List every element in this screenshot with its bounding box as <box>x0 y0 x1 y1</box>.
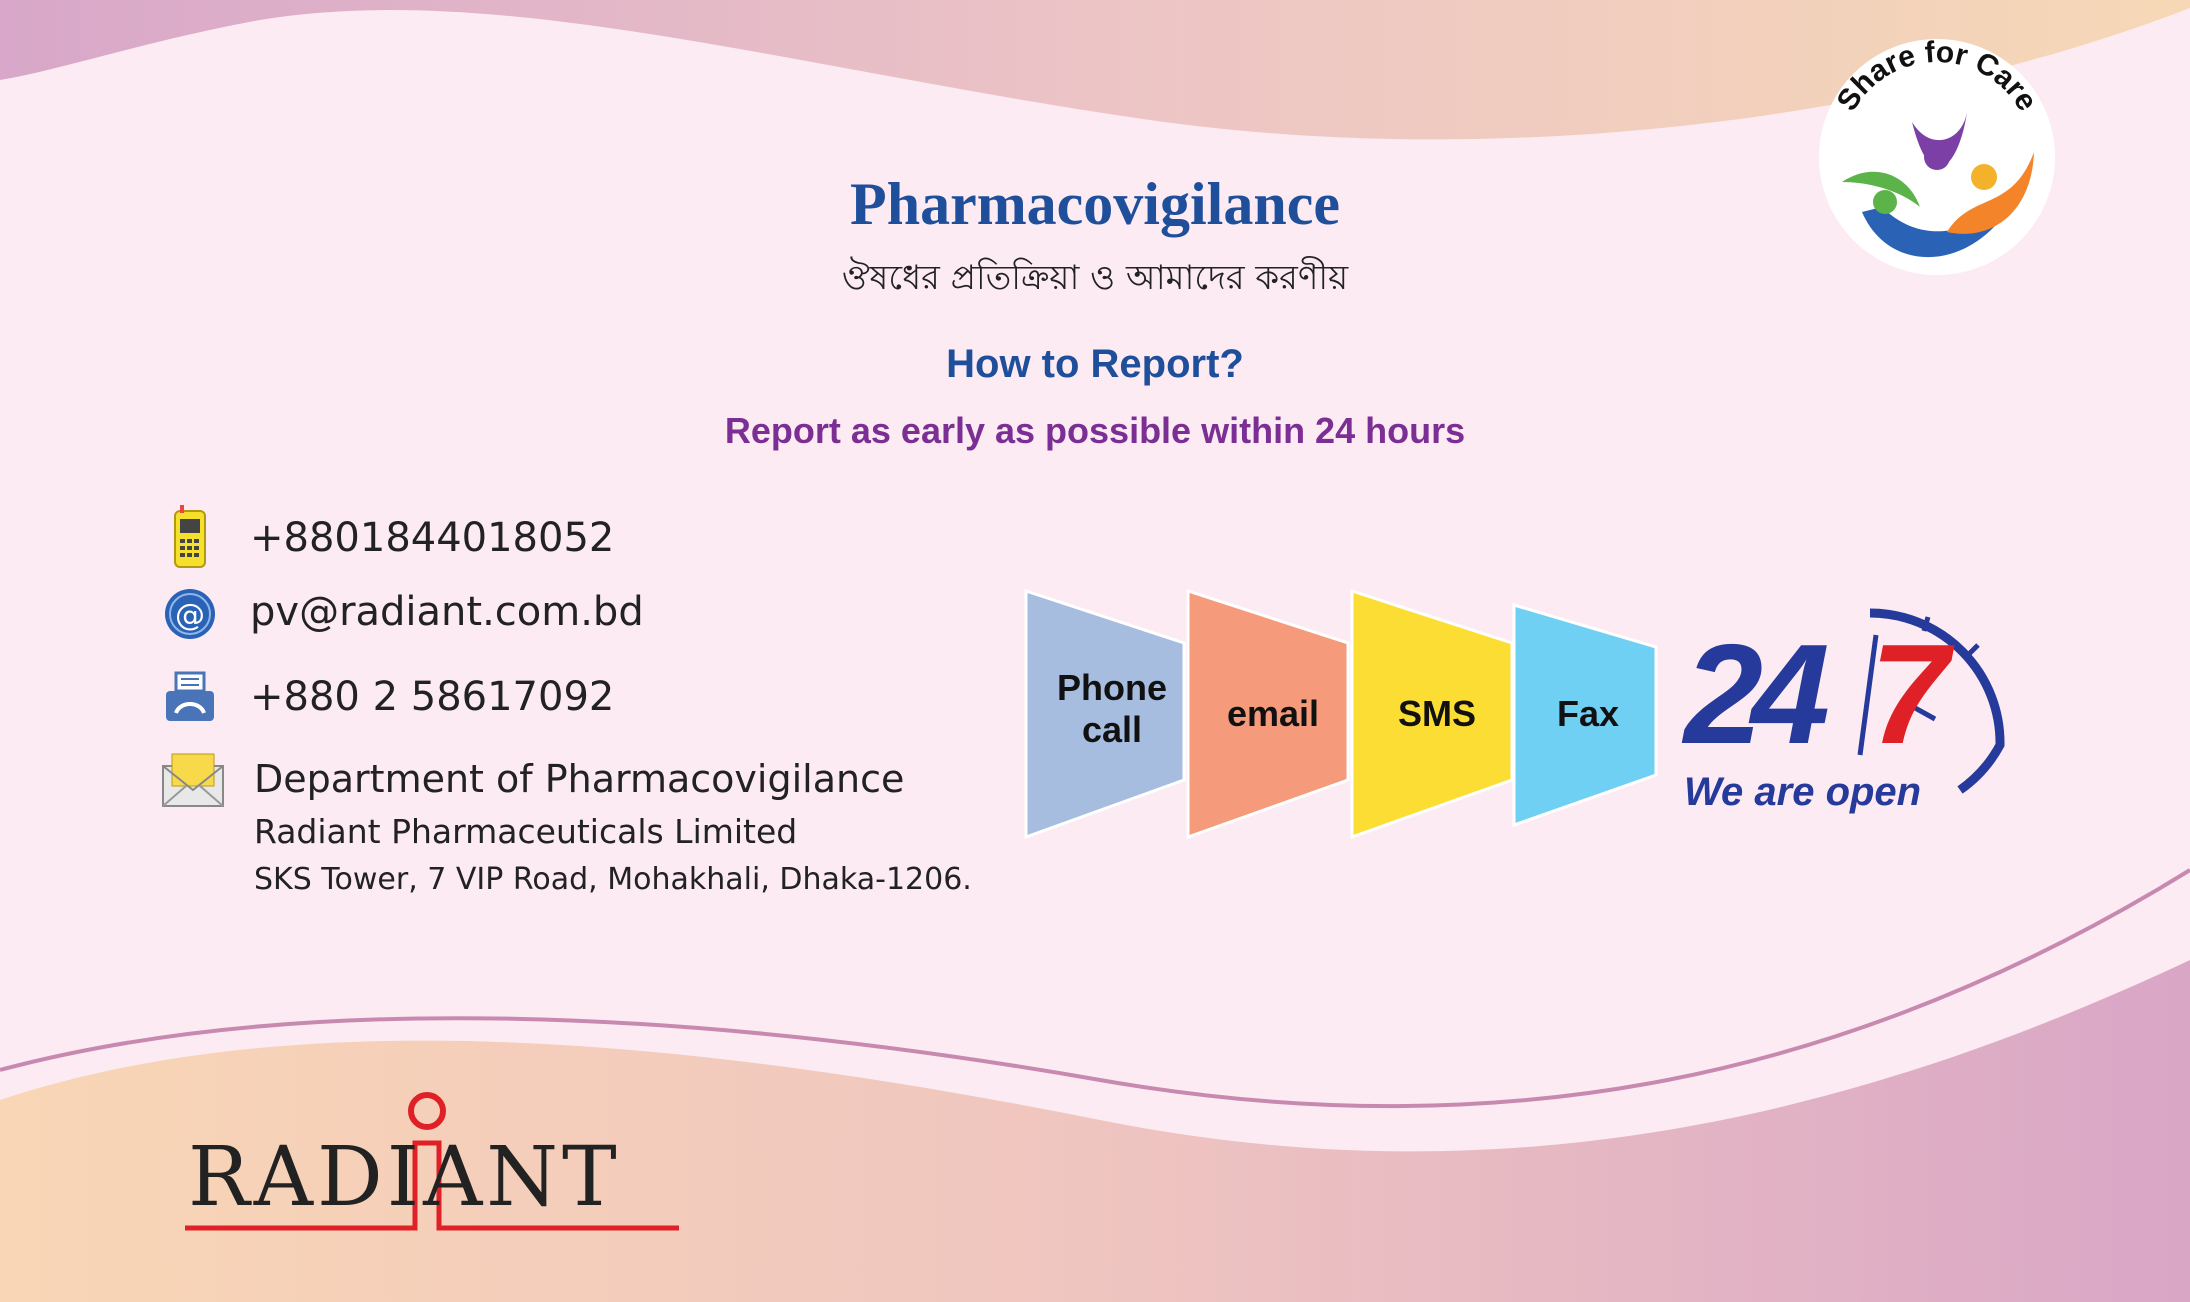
days-digit: 7 <box>1870 615 1955 774</box>
contact-email[interactable]: @ pv@radiant.com.bd <box>160 582 644 642</box>
fax-machine-icon <box>166 671 214 721</box>
channel-fax: Fax <box>1556 693 1620 734</box>
channel-label-line1: Phone <box>1056 667 1167 708</box>
at-sign-icon: @ <box>165 589 215 639</box>
envelope-icon <box>162 753 224 807</box>
phone-number[interactable]: +8801844018052 <box>250 515 614 561</box>
address-street: SKS Tower, 7 VIP Road, Mohakhali, Dhaka-… <box>254 862 972 897</box>
svg-text:@: @ <box>175 598 205 633</box>
hours-digits: 24 <box>1681 615 1828 774</box>
channel-phone-call: Phone call <box>1040 667 1184 751</box>
we-are-open-tagline: We are open <box>1684 770 1922 814</box>
how-to-report-heading: How to Report? <box>946 342 1244 386</box>
contact-fax[interactable]: +880 2 58617092 <box>160 667 614 727</box>
channel-label-line2: call <box>1081 709 1143 750</box>
mobile-phone-icon <box>174 505 206 568</box>
report-timing-note: Report as early as possible within 24 ho… <box>724 410 1466 451</box>
email-address[interactable]: pv@radiant.com.bd <box>250 589 644 635</box>
address-department: Department of Pharmacovigilance <box>254 757 905 801</box>
channel-email: email <box>1226 693 1320 734</box>
share-for-care-badge: Share for Care <box>1819 36 2055 275</box>
contact-phone[interactable]: +8801844018052 <box>160 505 614 571</box>
brand-wordmark: RADIANT <box>188 1130 621 1225</box>
open-24-7-emblem: 24 7 <box>1681 608 2005 794</box>
address-company: Radiant Pharmaceuticals Limited <box>254 812 798 851</box>
fax-number[interactable]: +880 2 58617092 <box>250 674 614 720</box>
channel-sms: SMS <box>1397 693 1476 734</box>
